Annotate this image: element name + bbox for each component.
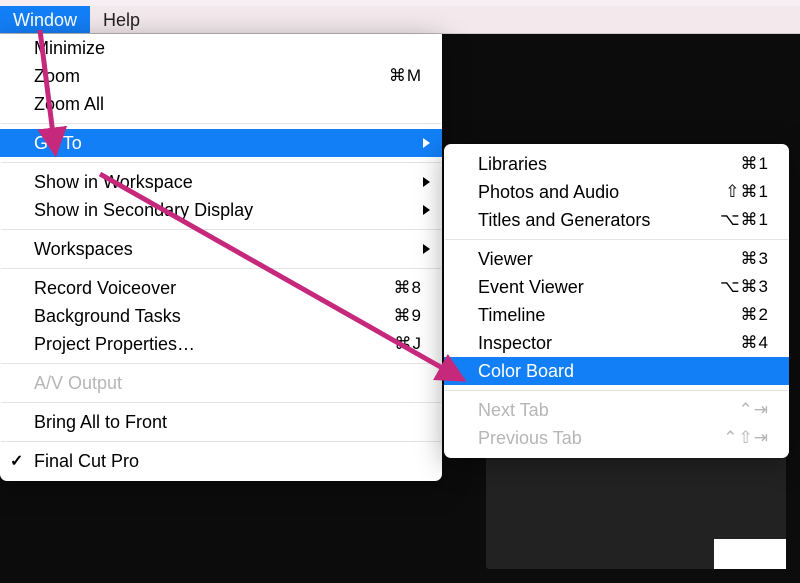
window-menu: Minimize Zoom ⌘M Zoom All Go To Show in … — [0, 34, 442, 481]
menubar-item-help[interactable]: Help — [90, 6, 153, 33]
menu-separator — [1, 123, 441, 124]
menu-item-timeline[interactable]: Timeline ⌘2 — [444, 301, 789, 329]
menu-item-go-to[interactable]: Go To — [0, 129, 442, 157]
menu-item-final-cut-pro[interactable]: ✓ Final Cut Pro — [0, 447, 442, 475]
menu-item-label: Titles and Generators — [478, 210, 680, 231]
menu-item-project-properties[interactable]: Project Properties… ⌘J — [0, 330, 442, 358]
menu-shortcut: ⌃⇧⇥ — [723, 428, 769, 448]
menu-item-show-in-workspace[interactable]: Show in Workspace — [0, 168, 442, 196]
menu-item-label: Viewer — [478, 249, 701, 270]
menu-item-label: Workspaces — [34, 239, 422, 260]
menu-item-photos-and-audio[interactable]: Photos and Audio ⇧⌘1 — [444, 178, 789, 206]
menu-separator — [1, 229, 441, 230]
menu-item-label: Minimize — [34, 38, 422, 59]
menu-item-titles-and-generators[interactable]: Titles and Generators ⌥⌘1 — [444, 206, 789, 234]
menu-shortcut: ⌥⌘3 — [720, 277, 769, 297]
menu-item-label: Event Viewer — [478, 277, 680, 298]
submenu-arrow-icon — [423, 177, 430, 187]
menu-item-label: A/V Output — [34, 373, 422, 394]
menu-item-label: Photos and Audio — [478, 182, 685, 203]
menu-separator — [1, 363, 441, 364]
menubar: Window Help — [0, 6, 800, 34]
menu-item-zoom-all[interactable]: Zoom All — [0, 90, 442, 118]
menu-item-label: Zoom All — [34, 94, 422, 115]
menu-shortcut: ⌘J — [395, 334, 423, 354]
menu-shortcut: ⇧⌘1 — [725, 182, 769, 202]
menu-item-next-tab: Next Tab ⌃⇥ — [444, 396, 789, 424]
menu-shortcut: ⌥⌘1 — [720, 210, 769, 230]
menu-item-label: Color Board — [478, 361, 769, 382]
menu-item-viewer[interactable]: Viewer ⌘3 — [444, 245, 789, 273]
menu-shortcut: ⌘3 — [741, 249, 769, 269]
menu-item-bring-all-to-front[interactable]: Bring All to Front — [0, 408, 442, 436]
menu-shortcut: ⌘1 — [741, 154, 769, 174]
menu-shortcut: ⌃⇥ — [739, 400, 770, 420]
menu-separator — [1, 441, 441, 442]
menu-item-label: Next Tab — [478, 400, 699, 421]
menu-shortcut: ⌘8 — [394, 278, 422, 298]
menu-item-label: Show in Workspace — [34, 172, 422, 193]
menu-separator — [445, 239, 788, 240]
menu-item-label: Previous Tab — [478, 428, 683, 449]
menu-item-label: Background Tasks — [34, 306, 354, 327]
menu-item-minimize[interactable]: Minimize — [0, 34, 442, 62]
menu-separator — [1, 162, 441, 163]
menu-separator — [445, 390, 788, 391]
menubar-item-window[interactable]: Window — [0, 6, 90, 33]
menu-item-label: Project Properties… — [34, 334, 355, 355]
menu-shortcut: ⌘M — [389, 66, 422, 86]
menu-item-color-board[interactable]: Color Board — [444, 357, 789, 385]
menu-item-label: Libraries — [478, 154, 701, 175]
app-panel-light — [714, 539, 786, 569]
menu-item-label: Show in Secondary Display — [34, 200, 422, 221]
menu-shortcut: ⌘4 — [741, 333, 769, 353]
menu-item-show-in-secondary-display[interactable]: Show in Secondary Display — [0, 196, 442, 224]
menu-item-background-tasks[interactable]: Background Tasks ⌘9 — [0, 302, 442, 330]
menu-item-label: Timeline — [478, 305, 701, 326]
menu-separator — [1, 402, 441, 403]
menu-shortcut: ⌘2 — [741, 305, 769, 325]
menu-item-previous-tab: Previous Tab ⌃⇧⇥ — [444, 424, 789, 452]
menu-item-label: Bring All to Front — [34, 412, 422, 433]
checkmark-icon: ✓ — [10, 451, 23, 471]
submenu-arrow-icon — [423, 205, 430, 215]
menu-item-label: Zoom — [34, 66, 349, 87]
menu-item-event-viewer[interactable]: Event Viewer ⌥⌘3 — [444, 273, 789, 301]
menu-separator — [1, 268, 441, 269]
menu-item-zoom[interactable]: Zoom ⌘M — [0, 62, 442, 90]
menu-item-record-voiceover[interactable]: Record Voiceover ⌘8 — [0, 274, 442, 302]
menu-item-av-output: A/V Output — [0, 369, 442, 397]
menu-item-inspector[interactable]: Inspector ⌘4 — [444, 329, 789, 357]
menu-item-label: Record Voiceover — [34, 278, 354, 299]
menu-shortcut: ⌘9 — [394, 306, 422, 326]
goto-submenu: Libraries ⌘1 Photos and Audio ⇧⌘1 Titles… — [444, 144, 789, 458]
submenu-arrow-icon — [423, 244, 430, 254]
menu-item-label: Final Cut Pro — [34, 451, 422, 472]
menu-item-label: Inspector — [478, 333, 701, 354]
menu-item-workspaces[interactable]: Workspaces — [0, 235, 442, 263]
menu-item-label: Go To — [34, 133, 422, 154]
submenu-arrow-icon — [423, 138, 430, 148]
menu-item-libraries[interactable]: Libraries ⌘1 — [444, 150, 789, 178]
